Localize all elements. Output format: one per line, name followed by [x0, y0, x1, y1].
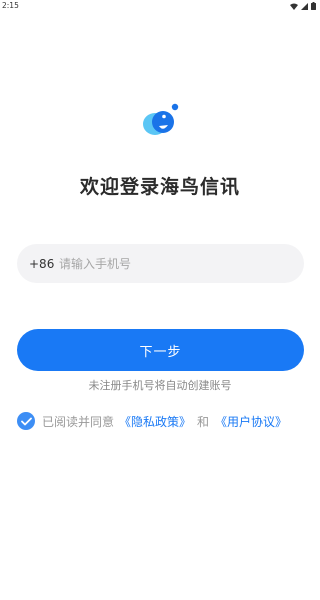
user-agreement-link[interactable]: 《用户协议》 — [215, 413, 287, 430]
phone-field[interactable]: +86 — [17, 244, 304, 283]
check-icon — [20, 417, 32, 425]
status-icons — [290, 2, 316, 10]
country-code[interactable]: +86 — [29, 257, 59, 271]
privacy-policy-link[interactable]: 《隐私政策》 — [119, 413, 191, 430]
status-bar: 2:15 — [0, 0, 320, 14]
phone-input[interactable] — [59, 248, 279, 279]
next-button[interactable]: 下一步 — [17, 329, 304, 371]
wifi-icon — [290, 3, 298, 10]
battery-icon — [311, 2, 316, 10]
agreement-row: 已阅读并同意 《隐私政策》 和 《用户协议》 — [17, 411, 287, 431]
agree-text: 已阅读并同意 — [42, 414, 115, 429]
and-text: 和 — [197, 414, 210, 429]
page-title: 欢迎登录海鸟信讯 — [79, 176, 240, 198]
status-time: 2:15 — [2, 1, 19, 10]
agree-checkbox[interactable] — [17, 412, 35, 430]
auto-register-hint: 未注册手机号将自动创建账号 — [88, 379, 232, 392]
app-logo — [143, 103, 179, 135]
signal-icon — [301, 2, 308, 10]
